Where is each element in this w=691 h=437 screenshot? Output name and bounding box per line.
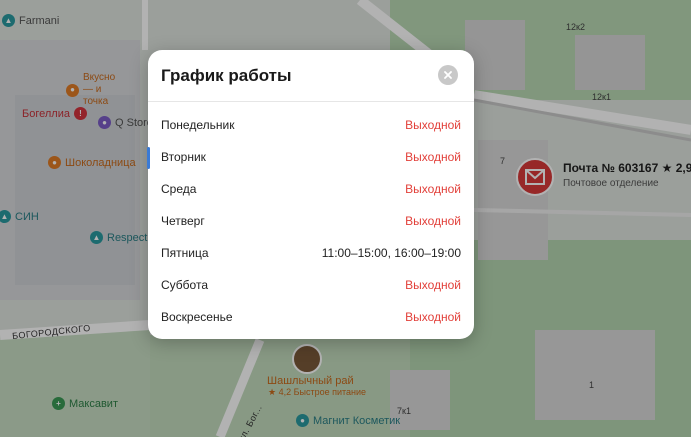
- day-hours: Выходной: [405, 150, 461, 164]
- day-hours: Выходной: [405, 214, 461, 228]
- day-hours: 11:00–15:00, 16:00–19:00: [321, 246, 461, 260]
- day-name: Пятница: [161, 246, 209, 260]
- schedule-row: Среда Выходной: [148, 173, 474, 205]
- schedule-row: Пятница 11:00–15:00, 16:00–19:00: [148, 237, 474, 269]
- schedule-row: Суббота Выходной: [148, 269, 474, 301]
- schedule-row: Вторник Выходной: [147, 141, 474, 173]
- dialog-header: График работы: [148, 50, 474, 102]
- day-name: Четверг: [161, 214, 205, 228]
- close-button[interactable]: [438, 65, 458, 85]
- day-hours: Выходной: [405, 118, 461, 132]
- day-hours: Выходной: [405, 278, 461, 292]
- schedule-row: Воскресенье Выходной: [148, 301, 474, 333]
- day-name: Вторник: [161, 150, 206, 164]
- close-icon: [444, 71, 452, 79]
- day-hours: Выходной: [405, 310, 461, 324]
- schedule-row: Четверг Выходной: [148, 205, 474, 237]
- day-name: Суббота: [161, 278, 208, 292]
- day-hours: Выходной: [405, 182, 461, 196]
- day-name: Среда: [161, 182, 197, 196]
- working-hours-dialog: График работы Понедельник Выходной Вторник…: [147, 50, 474, 339]
- day-name: Понедельник: [161, 118, 235, 132]
- current-day-indicator: [147, 147, 150, 169]
- dialog-title: График работы: [161, 66, 292, 85]
- day-name: Воскресенье: [161, 310, 233, 324]
- schedule-row: Понедельник Выходной: [148, 109, 474, 141]
